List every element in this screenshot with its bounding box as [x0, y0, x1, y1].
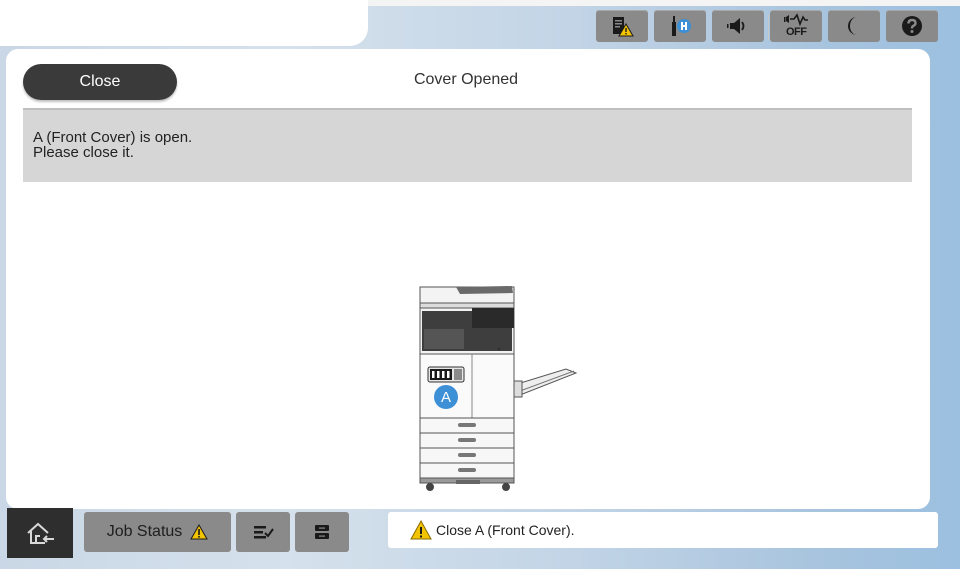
help-icon — [902, 16, 922, 36]
close-button[interactable]: Close — [23, 64, 177, 100]
status-message: Close A (Front Cover). — [436, 522, 575, 538]
printer-info-button[interactable] — [295, 512, 349, 552]
bottom-bar: Job Status Close A (Front Cover). — [0, 508, 960, 569]
network-status-button[interactable] — [654, 10, 706, 42]
status-icon-bar: OFF — [596, 10, 938, 44]
message-line-1: A (Front Cover) is open. — [33, 129, 193, 146]
quiet-mode-label: OFF — [786, 26, 807, 38]
volume-button[interactable] — [712, 10, 764, 42]
job-status-button[interactable]: Job Status — [84, 512, 231, 552]
volume-icon — [727, 18, 745, 34]
message-box: A (Front Cover) is open. Please close it… — [23, 110, 912, 182]
printer-illustration: A — [419, 286, 578, 491]
quiet-mode-button[interactable]: OFF — [770, 10, 822, 42]
help-button[interactable] — [886, 10, 938, 42]
device-tray-icon — [315, 525, 329, 539]
cover-opened-dialog: Close Cover Opened A (Front Cover) is op… — [6, 49, 930, 509]
warning-icon — [410, 520, 432, 540]
job-status-label: Job Status — [106, 523, 183, 540]
preset-list-icon — [254, 526, 274, 539]
front-cover-callout: A — [441, 389, 451, 406]
paper-warning-icon — [613, 17, 634, 37]
top-tab — [0, 0, 368, 46]
dialog-title: Cover Opened — [413, 71, 519, 88]
home-button[interactable] — [7, 508, 73, 558]
paper-status-button[interactable] — [596, 10, 648, 42]
preset-button[interactable] — [236, 512, 290, 552]
sleep-button[interactable] — [828, 10, 880, 42]
message-line-2: Please close it. — [33, 144, 134, 161]
icon-separator — [768, 14, 769, 40]
status-message-bar: Close A (Front Cover). — [388, 512, 938, 548]
home-icon — [27, 522, 54, 544]
network-status-icon — [672, 16, 691, 36]
warning-icon — [190, 524, 209, 540]
sleep-moon-icon — [848, 17, 857, 35]
